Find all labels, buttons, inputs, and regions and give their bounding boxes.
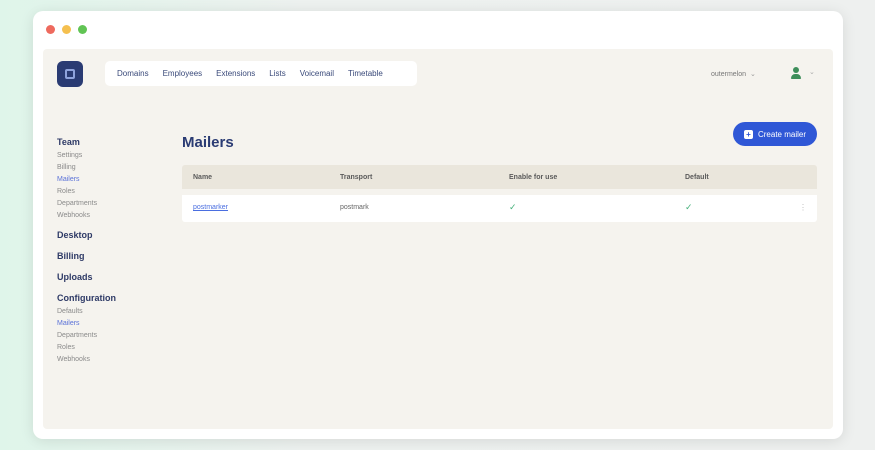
sidebar-item-billing[interactable]: Billing <box>57 164 167 171</box>
column-header-default[interactable]: Default <box>685 174 709 181</box>
nav-employees[interactable]: Employees <box>163 69 203 78</box>
sidebar-group-team[interactable]: Team <box>57 137 167 147</box>
app-content: Domains Employees Extensions Lists Voice… <box>43 49 833 429</box>
maximize-window-button[interactable] <box>78 25 87 34</box>
app-logo[interactable] <box>57 61 83 87</box>
user-status-icon[interactable] <box>791 67 801 79</box>
sidebar-item-settings[interactable]: Settings <box>57 152 167 159</box>
table-header: Name Transport Enable for use Default <box>182 165 817 189</box>
chevron-down-icon: ⌄ <box>750 71 756 78</box>
create-mailer-label: Create mailer <box>757 129 806 139</box>
nav-domains[interactable]: Domains <box>117 69 149 78</box>
sidebar-group-configuration[interactable]: Configuration <box>57 293 167 303</box>
mailer-transport: postmark <box>340 204 369 211</box>
row-options-icon[interactable]: ⋮ <box>799 203 807 212</box>
sidebar-group-desktop[interactable]: Desktop <box>57 230 167 240</box>
app-window: Domains Employees Extensions Lists Voice… <box>33 11 843 439</box>
account-select[interactable]: outermelon ⌄ <box>711 67 756 81</box>
sidebar-item-config-mailers[interactable]: Mailers <box>57 320 167 327</box>
column-header-transport[interactable]: Transport <box>340 174 372 181</box>
plus-icon: + <box>743 129 753 139</box>
sidebar-item-departments[interactable]: Departments <box>57 200 167 207</box>
sidebar-item-webhooks[interactable]: Webhooks <box>57 212 167 219</box>
sidebar-item-config-roles[interactable]: Roles <box>57 344 167 351</box>
sidebar-item-roles[interactable]: Roles <box>57 188 167 195</box>
check-icon: ✓ <box>685 202 693 212</box>
column-header-name[interactable]: Name <box>193 174 212 181</box>
account-select-value: outermelon <box>711 70 747 78</box>
nav-lists[interactable]: Lists <box>269 69 285 78</box>
create-mailer-button[interactable]: + Create mailer <box>733 122 817 146</box>
sidebar: Team Settings Billing Mailers Roles Depa… <box>57 137 167 363</box>
sidebar-group-billing[interactable]: Billing <box>57 251 167 261</box>
nav-voicemail[interactable]: Voicemail <box>300 69 334 78</box>
check-icon: ✓ <box>509 202 517 212</box>
nav-extensions[interactable]: Extensions <box>216 69 255 78</box>
chevron-down-icon[interactable]: ⌄ <box>809 68 815 76</box>
sidebar-item-defaults[interactable]: Defaults <box>57 308 167 315</box>
nav-timetable[interactable]: Timetable <box>348 69 383 78</box>
title-bar <box>33 11 843 47</box>
sidebar-item-config-webhooks[interactable]: Webhooks <box>57 356 167 363</box>
mailer-name-link[interactable]: postmarker <box>193 204 228 211</box>
top-navigation: Domains Employees Extensions Lists Voice… <box>105 61 417 86</box>
mailers-table: Name Transport Enable for use Default po… <box>182 165 817 222</box>
minimize-window-button[interactable] <box>62 25 71 34</box>
logo-mark-icon <box>65 69 75 79</box>
sidebar-item-mailers[interactable]: Mailers <box>57 176 167 183</box>
table-row[interactable]: postmarker postmark ✓ ✓ ⋮ <box>182 195 817 222</box>
column-header-enable[interactable]: Enable for use <box>509 174 557 181</box>
sidebar-item-config-departments[interactable]: Departments <box>57 332 167 339</box>
page-title: Mailers <box>182 134 234 151</box>
sidebar-group-uploads[interactable]: Uploads <box>57 272 167 282</box>
close-window-button[interactable] <box>46 25 55 34</box>
